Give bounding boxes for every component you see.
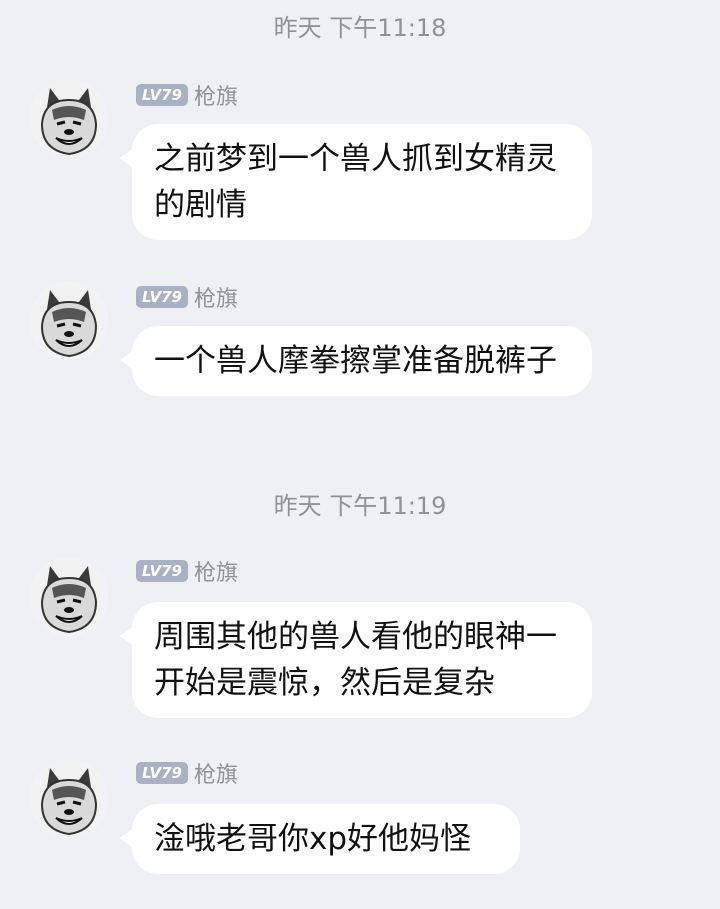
sender-meta: LV79 枪旗 [136, 281, 238, 313]
sender-name[interactable]: 枪旗 [194, 281, 238, 313]
message-bubble[interactable]: 之前梦到一个兽人抓到女精灵的剧情 [120, 124, 592, 240]
sender-meta: LV79 枪旗 [136, 757, 238, 789]
timestamp: 昨天 下午11:19 [273, 492, 447, 520]
husky-meme-avatar-icon[interactable] [30, 80, 108, 158]
message-bubble[interactable]: 周围其他的兽人看他的眼神一开始是震惊，然后是复杂 [120, 602, 592, 718]
husky-meme-avatar-icon[interactable] [30, 282, 108, 360]
level-badge: LV79 [136, 762, 188, 784]
level-badge: LV79 [136, 286, 188, 308]
message-bubble[interactable]: 一个兽人摩拳擦掌准备脱裤子 [120, 326, 592, 396]
husky-meme-avatar-icon[interactable] [30, 760, 108, 838]
sender-meta: LV79 枪旗 [136, 555, 238, 587]
level-badge: LV79 [136, 560, 188, 582]
sender-name[interactable]: 枪旗 [194, 555, 238, 587]
sender-name[interactable]: 枪旗 [194, 79, 238, 111]
sender-name[interactable]: 枪旗 [194, 757, 238, 789]
timestamp: 昨天 下午11:18 [273, 14, 447, 42]
message-bubble[interactable]: 淦哦老哥你xp好他妈怪 [120, 804, 520, 874]
sender-meta: LV79 枪旗 [136, 79, 238, 111]
level-badge: LV79 [136, 84, 188, 106]
husky-meme-avatar-icon[interactable] [30, 558, 108, 636]
